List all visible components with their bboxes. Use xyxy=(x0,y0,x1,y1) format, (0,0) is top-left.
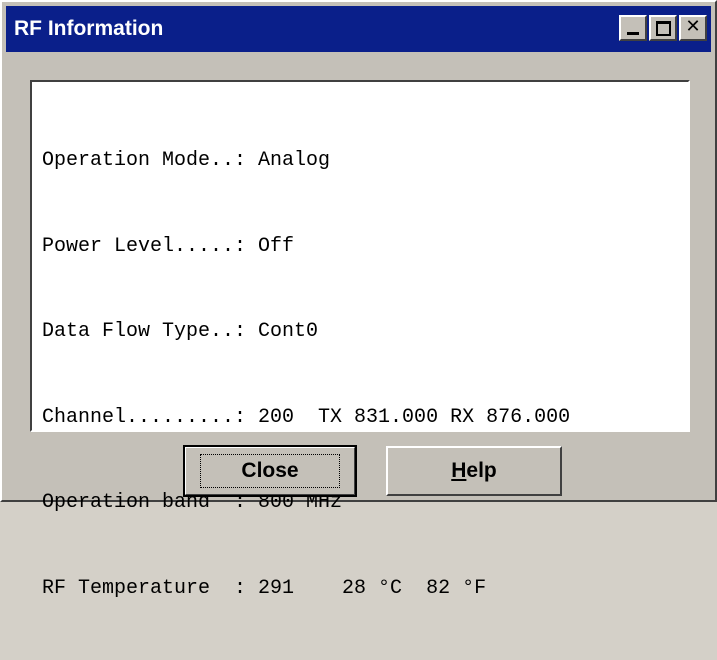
operation-mode-line: Operation Mode..: Analog xyxy=(42,149,331,172)
close-button-label: Close xyxy=(200,454,340,488)
help-label-rest: elp xyxy=(466,459,497,482)
power-level-line: Power Level.....: Off xyxy=(42,234,295,258)
close-icon[interactable]: ✕ xyxy=(679,15,707,41)
close-button[interactable]: Close xyxy=(183,445,357,497)
window-title: RF Information xyxy=(14,17,164,40)
title-bar[interactable]: RF Information ✕ xyxy=(6,6,711,52)
rf-temperature-line: RF Temperature : 291 28 °C 82 °F xyxy=(42,576,487,600)
title-bar-buttons: ✕ xyxy=(617,15,707,41)
help-button-label: Help xyxy=(451,459,497,483)
help-button[interactable]: Help xyxy=(386,446,562,496)
operation-band-line: Operation band : 800 MHz xyxy=(42,491,343,514)
maximize-icon[interactable] xyxy=(649,15,677,41)
minimize-icon[interactable] xyxy=(619,15,647,41)
channel-line: Channel.........: 200 TX 831.000 RX 876.… xyxy=(42,405,571,429)
rf-information-window: RF Information ✕ Operation Mode..: Analo… xyxy=(0,0,717,600)
data-flow-type-line: Data Flow Type..: Cont0 xyxy=(42,320,319,343)
rf-info-text-area[interactable]: Operation Mode..: Analog Power Level....… xyxy=(30,80,690,600)
help-accelerator-key: H xyxy=(451,459,467,482)
rf-info-lines: Operation Mode..: Analog Power Level....… xyxy=(42,90,688,660)
